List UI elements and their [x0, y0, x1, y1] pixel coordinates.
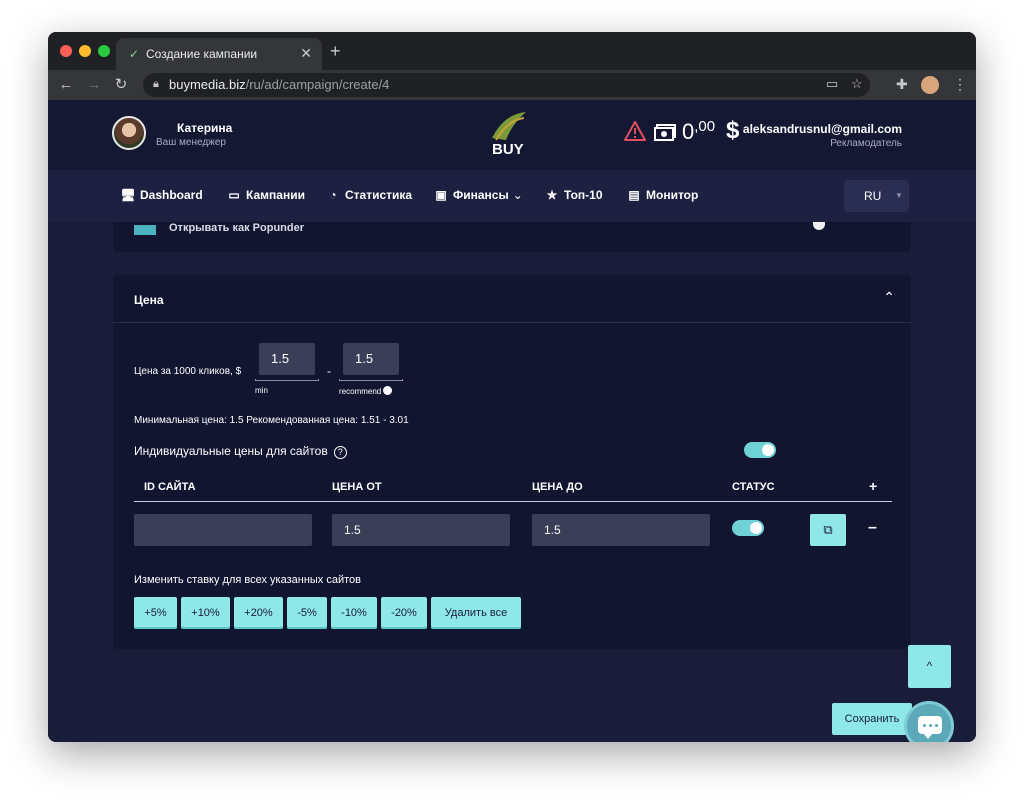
- individual-prices-toggle[interactable]: [744, 442, 776, 458]
- popunder-toggle[interactable]: [813, 222, 825, 230]
- page-content: Катерина Ваш менеджер BUY 0,00 $ aleksan…: [48, 100, 976, 742]
- recommend-price-input[interactable]: 1.5: [343, 343, 399, 375]
- individual-prices-label: Индивидуальные цены для сайтов?: [134, 444, 347, 459]
- chevron-down-icon: ⌄: [512, 188, 523, 202]
- svg-text:BUY: BUY: [492, 141, 524, 158]
- copy-icon: ⧉: [823, 522, 833, 537]
- browser-toolbar: ← → ↻ 🔒︎ buymedia.biz/ru/ad/campaign/cre…: [48, 70, 976, 100]
- price-card: Цена ⌃ Цена за 1000 кликов, $ 1.5 min - …: [113, 275, 911, 649]
- header-site-id: ID САЙТА: [144, 481, 196, 493]
- minus-10-button[interactable]: -10%: [331, 597, 377, 629]
- recommend-label: recommend: [339, 386, 393, 396]
- manager-name: Катерина: [177, 121, 233, 135]
- info-icon[interactable]: [383, 386, 393, 395]
- language-select[interactable]: RU ▼: [844, 180, 909, 212]
- address-bar[interactable]: 🔒︎ buymedia.biz/ru/ad/campaign/create/4 …: [143, 73, 870, 97]
- header-price-from: ЦЕНА ОТ: [332, 481, 382, 493]
- price-label: Цена за 1000 кликов, $: [134, 366, 242, 377]
- recommend-underline: [339, 379, 403, 381]
- nav-item-dashboard[interactable]: 🖥︎ Dashboard: [120, 188, 202, 202]
- minus-20-button[interactable]: -20%: [381, 597, 427, 629]
- manager-avatar: [112, 116, 146, 150]
- language-value: RU: [864, 189, 882, 203]
- remove-row-button[interactable]: –: [868, 519, 877, 537]
- plus-10-button[interactable]: +10%: [181, 597, 230, 629]
- browser-window: ✓ Создание кампании ✕ + ← → ↻ 🔒︎ buymedi…: [48, 32, 976, 742]
- row-status-toggle[interactable]: [732, 520, 764, 536]
- price-from-input[interactable]: 1.5: [332, 514, 510, 546]
- min-price-input[interactable]: 1.5: [259, 343, 315, 375]
- monitor-icon: 🖥︎: [120, 188, 136, 202]
- delete-all-button[interactable]: Удалить все: [431, 597, 521, 629]
- chat-button[interactable]: [904, 701, 954, 742]
- lock-icon: 🔒︎: [153, 78, 159, 90]
- price-card-title: Цена: [134, 293, 164, 307]
- popunder-checkbox[interactable]: [134, 225, 156, 235]
- chevron-down-icon: ▼: [895, 191, 903, 200]
- extensions-icon[interactable]: ✚: [896, 76, 908, 93]
- document-icon: ▤: [628, 188, 640, 202]
- plus-20-button[interactable]: +20%: [234, 597, 283, 629]
- cast-icon[interactable]: ▭: [826, 76, 838, 92]
- back-icon[interactable]: ←: [56, 75, 76, 95]
- nav-item-finance[interactable]: ▣ Финансы ⌄: [433, 188, 523, 202]
- browser-tab[interactable]: ✓ Создание кампании ✕: [116, 38, 322, 70]
- folder-icon: ▭: [228, 188, 240, 202]
- price-separator: -: [327, 364, 331, 378]
- close-window-button[interactable]: [60, 45, 72, 57]
- wallet-money-icon: [654, 124, 676, 141]
- save-button[interactable]: Сохранить: [832, 703, 912, 735]
- price-to-input[interactable]: 1.5: [532, 514, 710, 546]
- help-icon[interactable]: ?: [333, 446, 347, 459]
- popunder-card: Открывать как Popunder: [113, 222, 911, 252]
- minus-5-button[interactable]: -5%: [287, 597, 327, 629]
- user-email[interactable]: aleksandrusnul@gmail.com: [743, 122, 902, 136]
- reload-icon[interactable]: ↻: [111, 75, 131, 95]
- pie-chart-icon: ◔: [329, 188, 337, 202]
- price-hint: Минимальная цена: 1.5 Рекомендованная це…: [134, 415, 409, 426]
- min-underline: [255, 379, 319, 381]
- main-nav: 🖥︎ Dashboard ▭ Кампании ◔ Статистика ▣ Финан…: [48, 170, 976, 222]
- nav-item-statistics[interactable]: ◔ Статистика: [325, 188, 412, 202]
- chevron-up-icon[interactable]: ⌃: [883, 289, 895, 306]
- copy-row-button[interactable]: ⧉: [810, 514, 846, 546]
- maximize-window-button[interactable]: [98, 45, 110, 57]
- popunder-label: Открывать как Popunder: [169, 222, 305, 234]
- minimize-window-button[interactable]: [79, 45, 91, 57]
- tab-close-icon[interactable]: ✕: [300, 45, 312, 61]
- menu-kebab-icon[interactable]: ⋮: [953, 76, 967, 93]
- url-text: buymedia.biz/ru/ad/campaign/create/4: [169, 77, 390, 92]
- money-icon: ▣: [435, 188, 447, 202]
- site-id-input[interactable]: [134, 514, 312, 546]
- plus-5-button[interactable]: +5%: [134, 597, 177, 629]
- nav-item-top10[interactable]: ★ Топ-10: [544, 188, 603, 202]
- manager-role: Ваш менеджер: [156, 137, 226, 148]
- header-price-to: ЦЕНА ДО: [532, 481, 583, 493]
- chat-icon: [918, 716, 942, 739]
- site-favicon-icon: ✓: [128, 47, 140, 61]
- chevron-up-icon: ^: [926, 659, 933, 673]
- site-header: Катерина Ваш менеджер BUY 0,00 $ aleksan…: [48, 100, 976, 170]
- star-icon: ★: [546, 188, 558, 202]
- buymedia-logo[interactable]: BUY: [486, 110, 530, 160]
- alert-triangle-icon[interactable]: [624, 121, 646, 141]
- nav-item-campaigns[interactable]: ▭ Кампании: [226, 188, 305, 202]
- nav-item-monitor[interactable]: ▤ Монитор: [626, 188, 698, 202]
- user-role: Рекламодатель: [830, 138, 902, 149]
- tab-title: Создание кампании: [146, 47, 258, 61]
- bookmark-star-icon[interactable]: ☆: [851, 76, 863, 92]
- currency-symbol: $: [726, 117, 740, 144]
- table-divider: [134, 501, 892, 502]
- tab-strip: ✓ Создание кампании ✕ +: [48, 32, 976, 70]
- header-status: СТАТУС: [732, 481, 775, 493]
- profile-avatar[interactable]: [921, 76, 939, 94]
- scroll-top-button[interactable]: ^: [908, 645, 951, 688]
- balance-amount: 0,00: [682, 118, 716, 144]
- change-rate-label: Изменить ставку для всех указанных сайто…: [134, 574, 362, 586]
- price-card-header[interactable]: Цена ⌃: [113, 275, 911, 323]
- forward-icon[interactable]: →: [84, 75, 104, 95]
- new-tab-button[interactable]: +: [330, 42, 341, 60]
- min-label: min: [255, 386, 268, 395]
- add-row-button[interactable]: +: [869, 478, 877, 494]
